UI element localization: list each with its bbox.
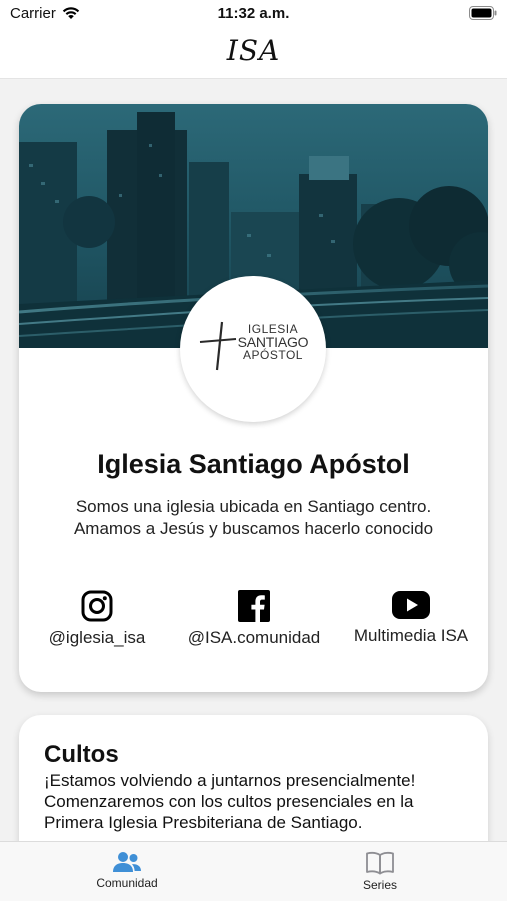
cultos-title: Cultos [44,741,119,768]
instagram-icon [81,590,113,622]
church-logo: IGLESIA SANTIAGO APÓSTOL [180,276,326,422]
cultos-body: ¡Estamos volviendo a juntarnos presencia… [44,771,416,832]
church-name: Iglesia Santiago Apóstol [97,449,410,479]
navigation-bar: ISA [0,30,507,79]
instagram-handle: @iglesia_isa [48,628,146,647]
logo-line-3: APÓSTOL [243,348,303,362]
church-logo-text: IGLESIA SANTIAGO APÓSTOL [229,323,317,361]
app-title-logo: ISA [226,34,281,67]
instagram-link[interactable]: @iglesia_isa [37,590,157,648]
people-icon [113,852,141,872]
facebook-icon [238,590,270,622]
facebook-handle: @ISA.comunidad [187,628,321,647]
facebook-link[interactable]: @ISA.comunidad [179,590,329,648]
battery-icon [469,6,497,24]
status-bar: Carrier 11:32 a.m. [0,0,507,30]
church-description: Somos una iglesia ubicada en Santiago ce… [73,497,434,538]
tab-comunidad[interactable]: Comunidad [47,842,207,901]
church-profile-card: IGLESIA SANTIAGO APÓSTOL Iglesia Santiag… [19,104,488,692]
tab-series-label: Series [362,878,397,892]
tab-series[interactable]: Series [300,842,460,901]
tab-bar: Comunidad Series [0,841,507,901]
youtube-icon [392,591,430,619]
content-scroll[interactable]: IGLESIA SANTIAGO APÓSTOL Iglesia Santiag… [0,79,507,841]
youtube-link[interactable]: Multimedia ISA [347,590,475,646]
book-icon [366,851,394,875]
cultos-card[interactable]: Cultos ¡Estamos volviendo a juntarnos pr… [19,715,488,841]
status-time: 11:32 a.m. [217,5,290,22]
tab-comunidad-label: Comunidad [96,876,158,890]
youtube-channel: Multimedia ISA [353,626,469,645]
logo-line-2: SANTIAGO [237,334,309,350]
